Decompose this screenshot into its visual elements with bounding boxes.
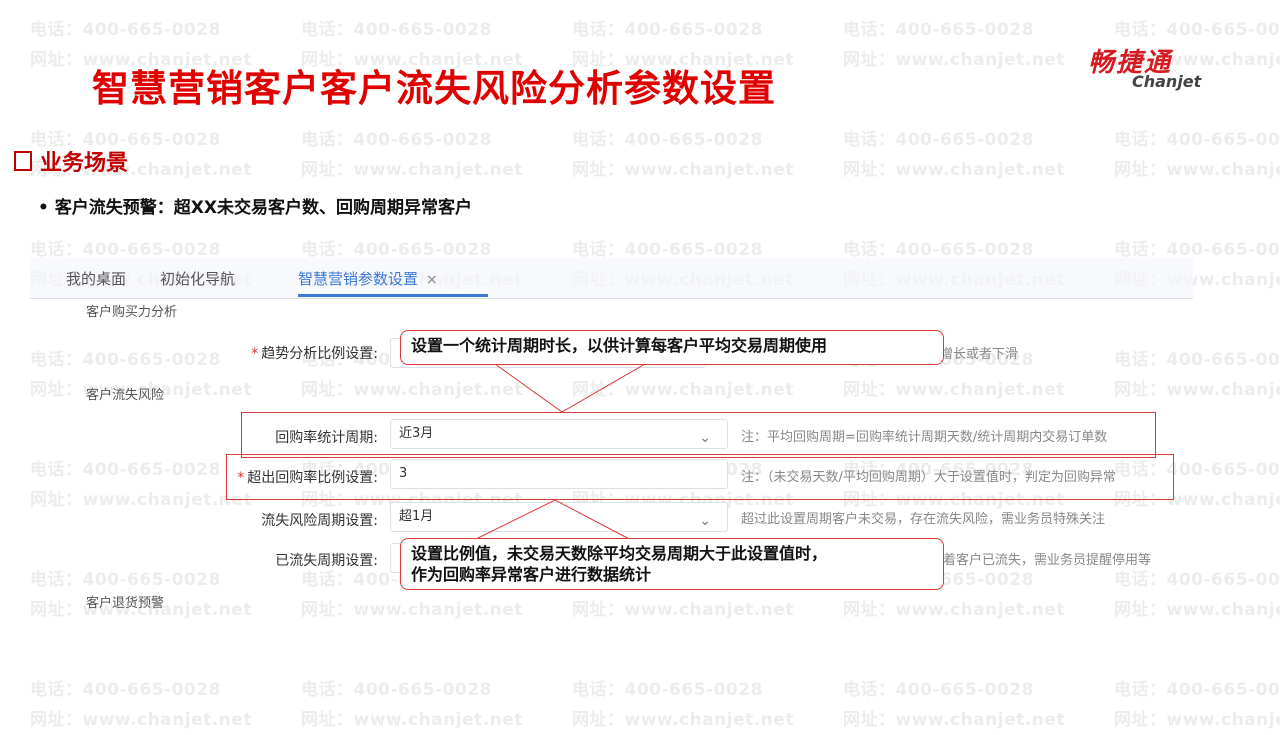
callout-bottom-line1: 设置比例值，未交易天数除平均交易周期大于此设置值时， <box>411 544 828 563</box>
callout-bottom-line2: 作为回购率异常客户进行数据统计 <box>411 565 652 584</box>
callout-top: 设置一个统计周期时长，以供计算每客户平均交易周期使用 <box>400 330 944 365</box>
bottom-callout-pointer <box>469 499 636 543</box>
top-callout-pointer <box>494 363 646 413</box>
callout-bottom: 设置比例值，未交易天数除平均交易周期大于此设置值时， 作为回购率异常客户进行数据… <box>400 538 944 590</box>
